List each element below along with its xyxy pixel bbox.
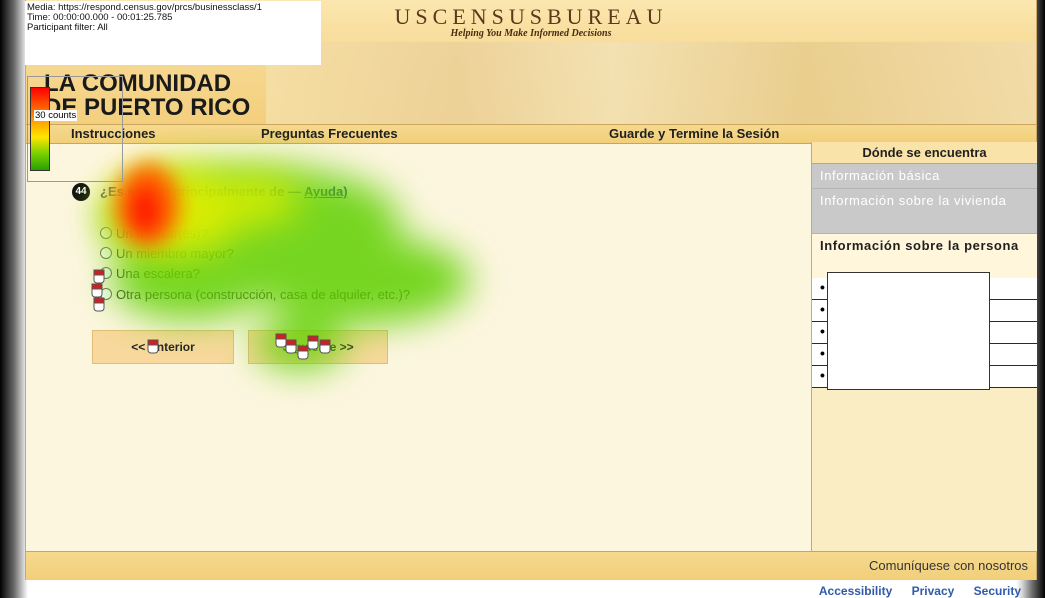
brand-tagline: Helping You Make Informed Decisions xyxy=(450,28,612,39)
question-prompt: ¿Es ésta(s) principalmente de — xyxy=(100,184,301,199)
option-label: Otra persona (construcción, casa de alqu… xyxy=(116,287,411,302)
option-2[interactable]: Un miembro mayor? xyxy=(100,246,234,261)
bullet: • xyxy=(820,301,825,317)
census-logo[interactable]: USCENSUSBUREAU Helping You Make Informed… xyxy=(366,4,696,40)
nav-faq-link[interactable]: Preguntas Frecuentes xyxy=(261,126,398,141)
region-title-line1: LA COMUNIDAD xyxy=(44,70,232,97)
sidebar-item-basic-info[interactable]: Información básica xyxy=(812,164,1037,189)
option-label: Un familiar(es)? xyxy=(116,226,208,241)
bullet: • xyxy=(820,367,825,383)
media-info-panel: Media: https://respond.census.gov/prcs/b… xyxy=(25,1,321,65)
popup-overlay xyxy=(827,272,990,390)
contact-link[interactable]: Comuníquese con nosotros xyxy=(869,558,1028,573)
question-text: ¿Es ésta(s) principalmente de — Ayuda) xyxy=(100,184,348,199)
privacy-link[interactable]: Privacy xyxy=(912,584,955,598)
nav-instructions-link[interactable]: Instrucciones xyxy=(71,126,156,141)
option-1[interactable]: Un familiar(es)? xyxy=(100,226,208,241)
security-link[interactable]: Security xyxy=(974,584,1021,598)
radio-button[interactable] xyxy=(100,247,112,259)
region-title-line2: DE PUERTO RICO xyxy=(44,94,251,121)
next-button[interactable]: Siguiente >> xyxy=(248,330,388,364)
radio-button[interactable] xyxy=(100,267,112,279)
footer-bar: Comuníquese con nosotros xyxy=(26,551,1036,580)
bullet: • xyxy=(820,279,825,295)
brand-title: USCENSUSBUREAU xyxy=(394,4,668,29)
option-label: Una escalera? xyxy=(116,266,200,281)
previous-button[interactable]: << Anterior xyxy=(92,330,234,364)
accessibility-link[interactable]: Accessibility xyxy=(819,584,892,598)
sidebar-item-housing-info[interactable]: Información sobre la vivienda xyxy=(812,189,1037,234)
region-title: LA COMUNIDAD DE PUERTO RICO xyxy=(44,72,250,120)
option-label: Un miembro mayor? xyxy=(116,246,234,261)
radio-button[interactable] xyxy=(100,227,112,239)
bullet: • xyxy=(820,323,825,339)
option-4[interactable]: Otra persona (construcción, casa de alqu… xyxy=(100,287,410,302)
sidebar-heading: Dónde se encuentra xyxy=(812,142,1037,164)
bottom-links: Accessibility Privacy Security xyxy=(803,584,1021,598)
bullet: • xyxy=(820,345,825,361)
participant-filter: Participant filter: All xyxy=(27,22,108,33)
nav-save-exit-link[interactable]: Guarde y Termine la Sesión xyxy=(609,126,779,141)
header-photo xyxy=(266,42,1036,124)
question-number-badge: 44 xyxy=(72,183,90,201)
help-link[interactable]: Ayuda) xyxy=(304,184,348,199)
top-nav: Instrucciones Preguntas Frecuentes Guard… xyxy=(26,124,1036,144)
option-3[interactable]: Una escalera? xyxy=(100,266,200,281)
radio-button[interactable] xyxy=(100,288,112,300)
